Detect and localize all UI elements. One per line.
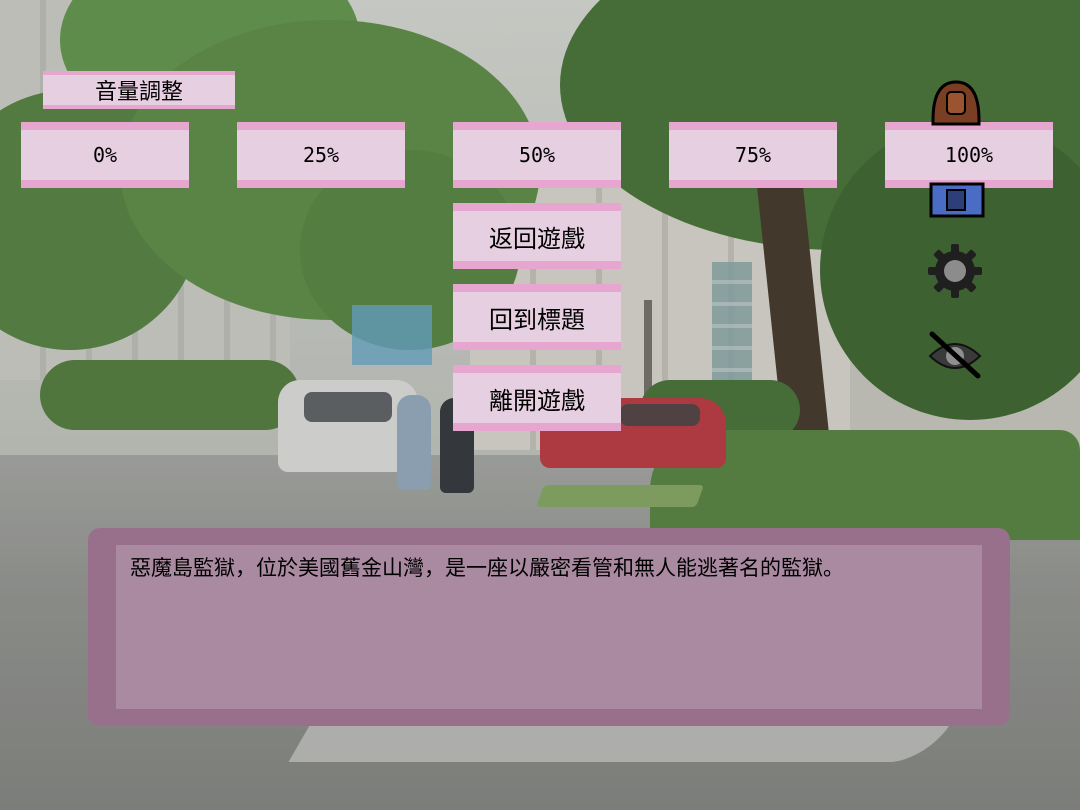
volume-75-button[interactable]: 75% <box>669 122 837 188</box>
volume-title: 音量調整 <box>43 71 235 109</box>
volume-0-button[interactable]: 0% <box>21 122 189 188</box>
volume-50-button[interactable]: 50% <box>453 122 621 188</box>
backpack-icon[interactable] <box>925 78 987 218</box>
resume-game-button[interactable]: 返回遊戲 <box>453 203 621 269</box>
return-title-button[interactable]: 回到標題 <box>453 284 621 350</box>
exit-game-button[interactable]: 離開遊戲 <box>453 365 621 431</box>
dialog-inner-panel: 惡魔島監獄，位於美國舊金山灣，是一座以嚴密看管和無人能逃著名的監獄。 <box>116 545 982 709</box>
volume-25-button[interactable]: 25% <box>237 122 405 188</box>
hide-eye-icon[interactable] <box>926 330 984 380</box>
gear-icon[interactable] <box>926 242 984 300</box>
dialog-text: 惡魔島監獄，位於美國舊金山灣，是一座以嚴密看管和無人能逃著名的監獄。 <box>130 556 844 580</box>
dialog-box[interactable]: 惡魔島監獄，位於美國舊金山灣，是一座以嚴密看管和無人能逃著名的監獄。 <box>88 528 1010 726</box>
